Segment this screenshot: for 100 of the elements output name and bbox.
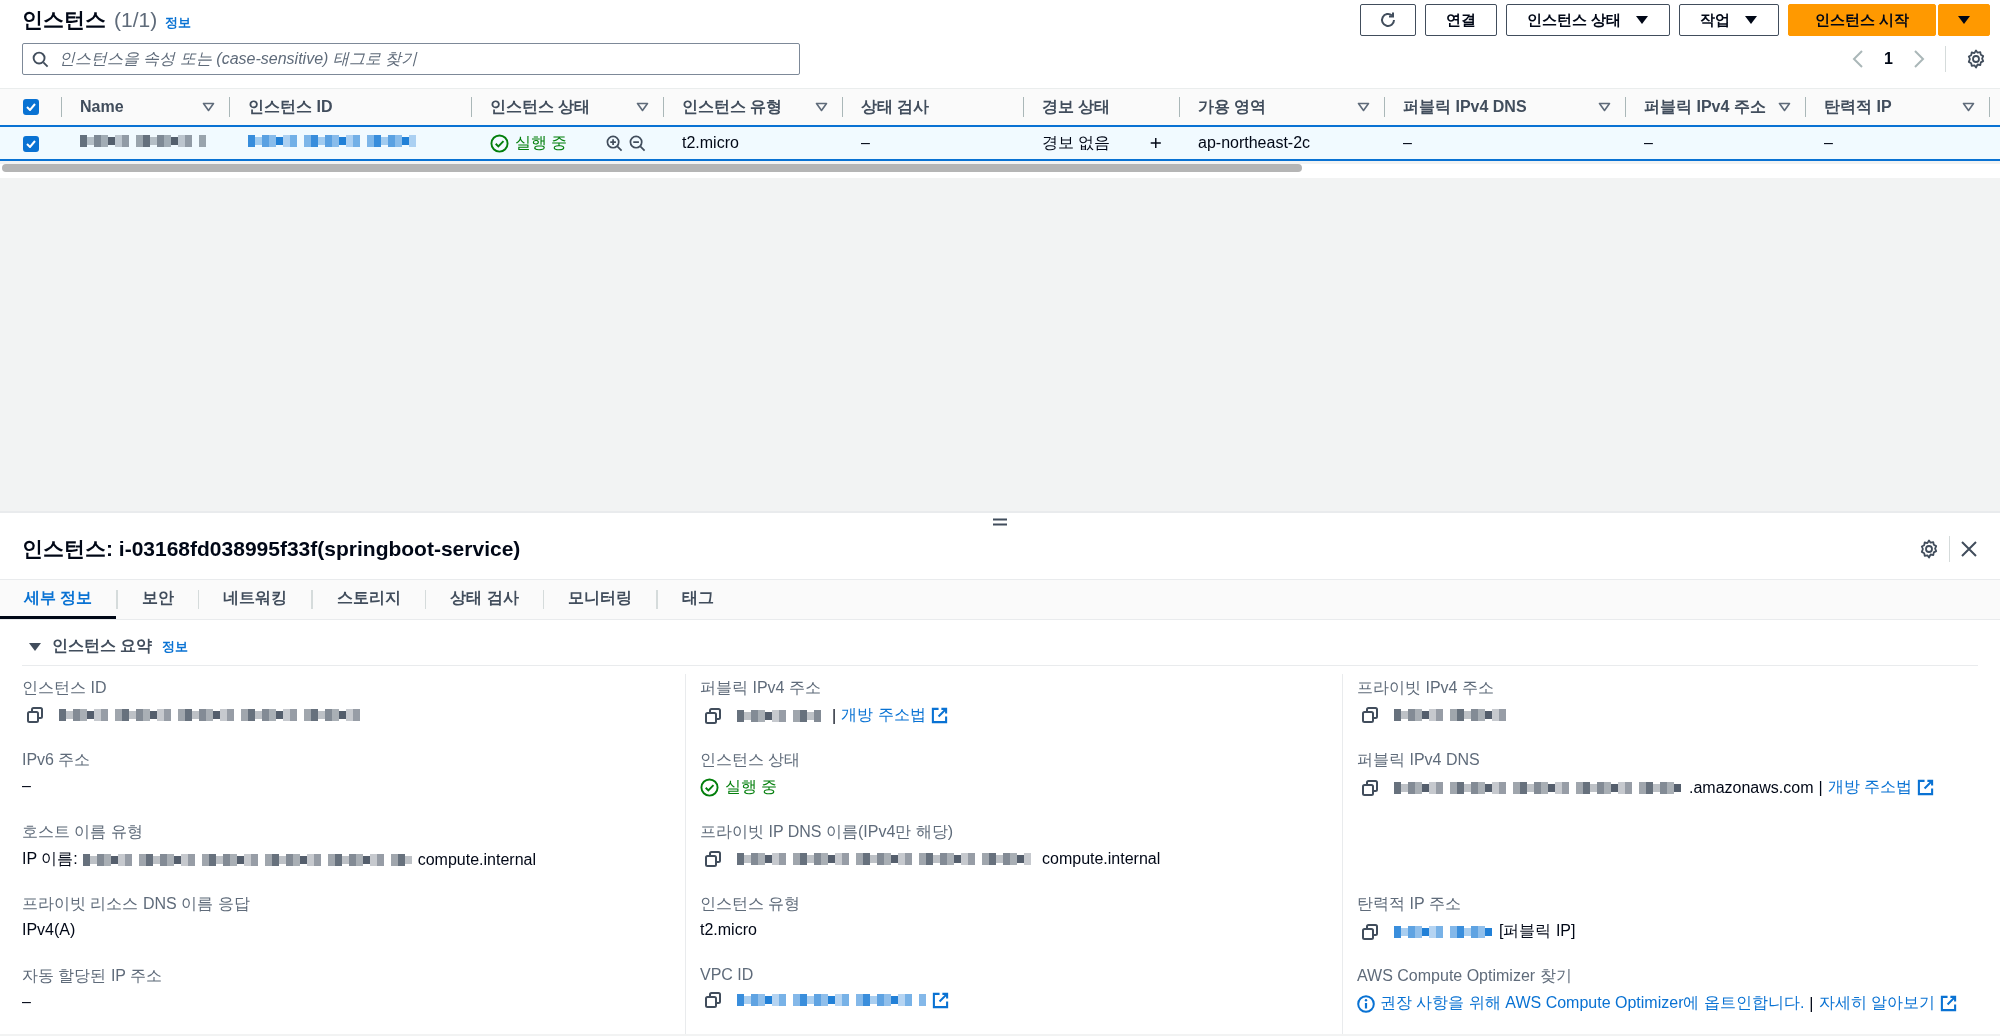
tab[interactable]: 상태 검사 — [426, 580, 543, 619]
connect-button[interactable]: 연결 — [1424, 4, 1497, 36]
filter-icon[interactable] — [1598, 102, 1611, 112]
field-label: 탄력적 IP 주소 — [1357, 894, 1462, 914]
dropdown-button[interactable]: 작업 — [1678, 4, 1779, 36]
filter-icon[interactable] — [1357, 102, 1370, 112]
value-text: .amazonaws.com — [1689, 778, 1814, 797]
search-field[interactable]: 인스턴스을 속성 또는 (case-sensitive) 태그로 찾기 — [22, 43, 800, 75]
tab[interactable]: 스토리지 — [312, 580, 425, 619]
value-text: [퍼블릭 IP] — [1499, 921, 1576, 941]
dropdown-button[interactable]: 인스턴스 상태 — [1505, 4, 1670, 36]
table-cell: – — [1403, 134, 1412, 151]
field-label: IPv6 주소 — [22, 750, 92, 770]
column-header[interactable]: 가용 영역 — [1198, 96, 1267, 118]
field-label: AWS Compute Optimizer 찾기 — [1357, 966, 1573, 986]
status-text: 실행 중 — [515, 132, 568, 153]
table-cell: t2.micro — [682, 134, 739, 151]
plus-icon[interactable] — [1150, 135, 1162, 151]
launch-button[interactable]: 인스턴스 시작 — [1787, 4, 1936, 36]
copy-icon[interactable] — [704, 706, 722, 725]
instance-count: (1/1) — [114, 8, 158, 32]
check-circle-icon — [490, 133, 509, 153]
table-cell: ap-northeast-2c — [1198, 134, 1311, 151]
value-text: compute.internal — [1042, 850, 1161, 868]
link[interactable]: 자세히 알아보기 — [1818, 993, 1935, 1014]
tab[interactable]: 보안 — [117, 580, 198, 619]
collapse-caret-icon[interactable] — [28, 640, 42, 653]
table-cell: – — [1644, 134, 1653, 151]
external-link-icon[interactable] — [930, 707, 948, 724]
refresh-icon — [1378, 11, 1397, 29]
copy-icon[interactable] — [1361, 706, 1379, 724]
filter-icon[interactable] — [636, 102, 649, 112]
table-cell: – — [1824, 134, 1833, 151]
link[interactable]: 개방 주소법 — [841, 705, 926, 726]
zoom-in-icon[interactable] — [606, 134, 623, 152]
field-label: 인스턴스 상태 — [700, 750, 802, 770]
info-link[interactable]: 정보 — [165, 14, 192, 32]
field-label: 프라이빗 IPv4 주소 — [1357, 678, 1495, 698]
caret-icon — [1743, 15, 1758, 25]
copy-icon[interactable] — [704, 850, 722, 868]
table-row[interactable]: 실행 중 t2.micro – 경보 없음 ap-northeast-2c – – – — [0, 126, 2000, 160]
check-circle-icon — [700, 778, 719, 797]
checkmark-icon — [26, 139, 36, 148]
value-text: | — [1809, 994, 1814, 1013]
external-link-icon[interactable] — [1917, 779, 1935, 796]
tab[interactable]: 세부 정보 — [0, 580, 117, 619]
page-title: 인스턴스 — [22, 7, 106, 33]
copy-icon[interactable] — [1361, 922, 1379, 941]
refresh-button[interactable] — [1359, 4, 1416, 36]
scrollbar[interactable] — [2, 164, 1302, 172]
value-text: IPv4(A) — [22, 921, 76, 939]
row-checkbox[interactable] — [23, 135, 39, 152]
field-label: 퍼블릭 IPv4 주소 — [700, 678, 822, 698]
tab[interactable]: 모니터링 — [544, 580, 657, 619]
field-label: 인스턴스 ID — [22, 678, 108, 698]
filter-icon[interactable] — [202, 102, 215, 112]
column-header[interactable]: Name — [80, 98, 124, 116]
tab[interactable]: 네트워킹 — [199, 580, 312, 619]
zoom-out-icon[interactable] — [629, 134, 646, 152]
settings-icon[interactable] — [1966, 49, 1986, 69]
filter-icon[interactable] — [1778, 102, 1791, 112]
copy-icon[interactable] — [1361, 778, 1379, 797]
section-title: 인스턴스 요약 — [52, 636, 153, 656]
field-label: VPC ID — [700, 966, 755, 984]
link[interactable]: 개방 주소법 — [1827, 777, 1913, 798]
field-label: 자동 할당된 IP 주소 — [22, 966, 164, 986]
copy-icon[interactable] — [26, 706, 44, 724]
close-icon[interactable] — [1960, 540, 1978, 559]
field-label: 프라이빗 IP DNS 이름(IPv4만 해당) — [700, 822, 955, 842]
resize-handle-icon[interactable] — [993, 518, 1007, 527]
page-number[interactable]: 1 — [1884, 50, 1893, 68]
field-label: 퍼블릭 IPv4 DNS — [1357, 750, 1481, 770]
status-text: 실행 중 — [725, 777, 778, 797]
external-link-icon[interactable] — [932, 991, 949, 1009]
caret-icon — [1957, 15, 1971, 25]
copy-icon[interactable] — [704, 991, 722, 1009]
select-all-checkbox[interactable] — [22, 99, 39, 115]
link[interactable]: 권장 사항을 위해 AWS Compute Optimizer에 옵트인합니다. — [1380, 993, 1805, 1014]
field-label: 호스트 이름 유형 — [22, 822, 144, 842]
value-text: IP 이름: — [22, 849, 78, 869]
table-cell-text: 경보 없음 — [1042, 132, 1111, 153]
field-label: 프라이빗 리소스 DNS 이름 응답 — [22, 894, 251, 914]
value-text: | — [832, 706, 837, 725]
table-cell: – — [861, 134, 870, 151]
value-text: – — [22, 993, 31, 1011]
value-text: – — [22, 777, 31, 795]
filter-icon[interactable] — [1962, 102, 1975, 112]
checkmark-icon — [25, 103, 36, 111]
settings-icon[interactable] — [1919, 539, 1939, 560]
tab[interactable]: 태그 — [657, 580, 738, 619]
external-link-icon[interactable] — [1939, 995, 1957, 1012]
info-link[interactable]: 정보 — [162, 637, 189, 656]
info-icon — [1357, 994, 1375, 1013]
caret-icon — [1634, 15, 1649, 25]
value-text: t2.micro — [700, 921, 757, 939]
value-text: compute.internal — [417, 850, 536, 869]
value-text: | — [1818, 778, 1823, 797]
field-label: 인스턴스 유형 — [700, 894, 802, 914]
dropdown-button[interactable] — [1938, 4, 1990, 36]
filter-icon[interactable] — [815, 102, 828, 112]
